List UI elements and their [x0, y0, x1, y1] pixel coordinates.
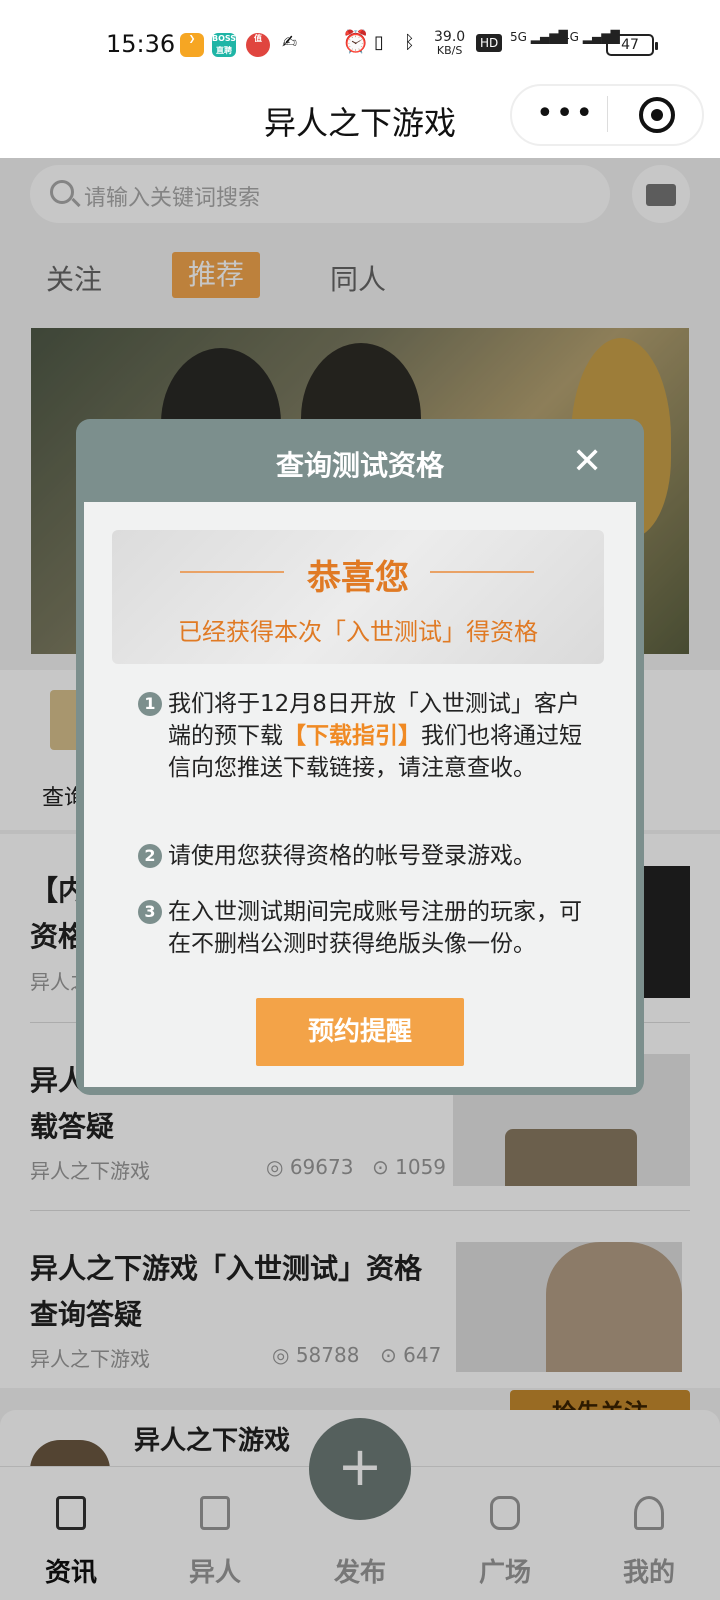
step-text: 请使用您获得资格的帐号登录游戏。: [168, 843, 536, 869]
more-menu-icon[interactable]: •••: [536, 96, 595, 131]
reserve-reminder-button[interactable]: 预约提醒: [256, 998, 464, 1066]
app-notification-icon: ❯: [180, 33, 204, 57]
vibrate-icon: ▯: [374, 32, 384, 53]
step-text: 我们将于12月8日开放「入世测试」客户端的预下载【下载指引】我们也将通过短信向您…: [168, 691, 582, 781]
boss-app-icon: BOSS 直聘: [212, 33, 237, 57]
pen-icon: ✍: [282, 32, 298, 53]
step-text: 在入世测试期间完成账号注册的玩家，可在不删档公测时获得绝版头像一份。: [168, 899, 582, 957]
close-miniprogram-icon[interactable]: [639, 97, 675, 133]
capsule-divider: [607, 96, 608, 132]
bluetooth-icon: ᛒ: [404, 32, 415, 53]
battery-icon: 47: [606, 34, 658, 56]
status-time: 15:36: [106, 30, 176, 58]
download-guide-link[interactable]: 【下载指引】: [283, 723, 421, 749]
step-number: 1: [138, 692, 162, 716]
deal-app-icon: 值: [246, 33, 270, 57]
congrats-title: 恭喜您: [307, 558, 409, 598]
hd-icon: HD: [476, 34, 503, 52]
data-speed-unit: KB/S: [436, 44, 463, 57]
data-speed-value: 39.0: [434, 29, 466, 45]
step-number: 3: [138, 900, 162, 924]
signal-5g-icon: 5G ▂▄▆█: [510, 30, 568, 44]
close-icon[interactable]: ✕: [572, 444, 602, 480]
data-speed: 39.0 KB/S: [434, 30, 465, 58]
modal-title: 查询测试资格: [275, 449, 444, 482]
congrats-subtitle: 已经获得本次「入世测试」得资格: [178, 618, 538, 646]
step-number: 2: [138, 844, 162, 868]
alarm-icon: ⏰: [342, 30, 370, 55]
